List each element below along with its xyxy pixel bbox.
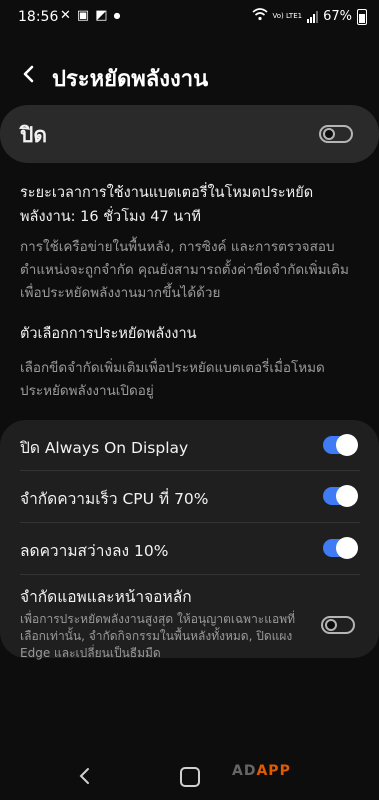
nav-back-button[interactable] (76, 766, 94, 786)
option-limit-apps[interactable]: จำกัดแอพและหน้าจอหลัก เพื่อการประหยัดพลั… (20, 584, 360, 662)
section-description: เลือกขีดจำกัดเพิ่มเติมเพื่อประหยัดแบตเตอ… (20, 360, 325, 399)
toggle-reduce-brightness[interactable] (323, 537, 358, 559)
dot-icon: ● (113, 11, 121, 20)
option-label: จำกัดแอพและหน้าจอหลัก (20, 588, 192, 606)
missed-call-icon: ✕ (60, 8, 71, 23)
nav-back-icon (79, 768, 89, 784)
option-label: ลดความสว่างลง 10% (20, 542, 169, 560)
back-button[interactable] (16, 60, 44, 88)
option-reduce-brightness[interactable]: ลดความสว่างลง 10% (20, 538, 360, 563)
status-time: 18:56 (18, 9, 59, 25)
master-toggle[interactable] (319, 125, 353, 143)
battery-percent: 67% (323, 9, 352, 24)
nav-home-button[interactable] (180, 767, 200, 787)
battery-usage-text: ระยะเวลาการใช้งานแบตเตอรี่ในโหมดประหยัดพ… (20, 185, 314, 225)
system-indicators: Vo) LTE1 67% (251, 8, 367, 25)
gallery-icon: ◩ (95, 8, 108, 23)
toggle-cpu-limit[interactable] (323, 485, 358, 507)
option-cpu-limit[interactable]: จำกัดความเร็ว CPU ที่ 70% (20, 486, 360, 511)
master-switch-label: ปิด (20, 123, 47, 147)
divider (20, 574, 360, 575)
battery-icon (357, 8, 367, 25)
signal-icon (307, 10, 319, 23)
master-switch-row[interactable]: ปิด (0, 105, 379, 163)
power-saving-description: การใช้เครือข่ายในพื้นหลัง, การซิงค์ และก… (20, 239, 349, 301)
back-arrow-icon (23, 65, 34, 83)
image-icon: ▣ (76, 8, 90, 23)
toggle-limit-apps[interactable] (321, 616, 355, 634)
option-always-on-display[interactable]: ปิด Always On Display (20, 435, 360, 460)
watermark: ADAPP (232, 763, 291, 779)
header: ประหยัดพลังงาน (0, 54, 379, 98)
option-label: จำกัดความเร็ว CPU ที่ 70% (20, 490, 209, 508)
page-title: ประหยัดพลังงาน (52, 67, 209, 92)
section-title: ตัวเลือกการประหยัดพลังงาน (20, 326, 197, 342)
divider (20, 522, 360, 523)
status-bar: 18:56 ✕ ▣ ◩ ● Vo) LTE1 67% (0, 0, 379, 36)
wifi-icon (251, 8, 268, 25)
notification-icons: ✕ ▣ ◩ ● (60, 8, 120, 24)
options-card: ปิด Always On Display จำกัดความเร็ว CPU … (0, 420, 379, 660)
network-type-label: Vo) LTE1 (272, 12, 303, 20)
option-sublabel: เพื่อการประหยัดพลังงานสูงสุด ให้อนุญาตเฉ… (20, 612, 296, 660)
divider (20, 470, 360, 471)
navigation-bar: ADAPP (0, 755, 379, 800)
toggle-always-on-display[interactable] (323, 434, 358, 456)
option-label: ปิด Always On Display (20, 439, 189, 457)
